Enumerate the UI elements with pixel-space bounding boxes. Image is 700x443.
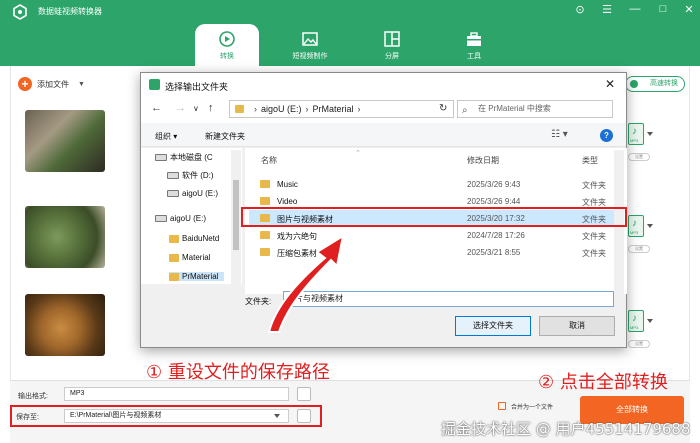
tree-item[interactable]: aigoU (E:) (155, 214, 206, 223)
help-icon[interactable]: ? (600, 129, 613, 142)
folder-icon (235, 105, 244, 113)
tree-item[interactable]: aigoU (E:) (167, 189, 218, 198)
merge-label: 合并为一个文件 (511, 405, 554, 411)
save-to-label: 保存至: (16, 414, 39, 421)
up-arrow-icon[interactable]: ↑ (208, 102, 214, 114)
plus-icon: + (18, 77, 32, 91)
add-file-label: 添加文件 (37, 79, 69, 89)
chevron-down-icon[interactable] (647, 319, 653, 323)
tab-tools[interactable]: 工具 (442, 24, 506, 66)
maximize-icon[interactable]: □ (655, 3, 671, 15)
tab-split-screen[interactable]: 分屏 (360, 24, 424, 66)
tab-convert[interactable]: 转换 (195, 24, 259, 66)
cancel-button[interactable]: 取消 (539, 316, 615, 336)
file-row[interactable]: Music 2025/3/26 9:43 文件夹 (249, 176, 623, 192)
folder-icon (260, 180, 270, 188)
settings-chip[interactable]: 设置 (628, 340, 650, 348)
search-placeholder: 在 PrMaterial 中搜索 (478, 104, 551, 113)
column-name[interactable]: 名称 (261, 155, 277, 166)
red-arrow-icon (267, 233, 345, 333)
app-logo-icon (13, 4, 27, 20)
folder-icon (260, 197, 270, 205)
close-icon[interactable]: ✕ (681, 3, 697, 16)
navigation-tree: 本地磁盘 (C 软件 (D:) aigoU (E:) aigoU (E:) Ba… (141, 148, 242, 284)
chevron-down-icon[interactable] (647, 132, 653, 136)
forward-arrow-icon[interactable]: → (175, 102, 186, 114)
search-input[interactable]: ⌕ 在 PrMaterial 中搜索 (457, 100, 613, 118)
dialog-title: 选择输出文件夹 (165, 82, 229, 92)
tree-item[interactable]: Material (169, 253, 210, 262)
video-thumbnail[interactable] (25, 206, 105, 268)
menu-icon[interactable]: ☰ (599, 3, 615, 16)
chevron-down-icon[interactable]: ∨ (193, 104, 199, 113)
chevron-down-icon (274, 414, 280, 418)
folder-icon (169, 272, 179, 281)
folder-icon (169, 234, 179, 243)
app-header (0, 0, 700, 66)
breadcrumb-drive[interactable]: aigoU (E:) (261, 104, 302, 114)
output-format-label: 输出格式: (18, 393, 48, 400)
column-type[interactable]: 类型 (582, 155, 598, 166)
hw-convert-label: 高速转换 (650, 80, 678, 87)
merge-checkbox[interactable] (498, 402, 506, 410)
chevron-down-icon[interactable] (647, 224, 653, 228)
tab-label: 短视频制作 (292, 53, 328, 60)
mp3-format-icon[interactable]: ♪ MP3 (628, 123, 644, 145)
folder-icon (169, 253, 179, 262)
dialog-close-icon[interactable]: ✕ (605, 77, 615, 91)
app-icon (149, 79, 160, 90)
toolbox-icon (467, 32, 481, 46)
watermark: 掘金技术社区 @ 用户45514179688 (441, 420, 691, 438)
drive-icon (155, 215, 167, 222)
image-icon (302, 32, 318, 46)
open-folder-icon[interactable] (297, 409, 311, 423)
refresh-icon[interactable]: ↻ (439, 103, 447, 114)
video-thumbnail[interactable] (25, 294, 105, 356)
annotation-step1: ① 重设文件的保存路径 (146, 362, 330, 383)
tree-horizontal-scrollbar[interactable] (141, 284, 242, 294)
drive-icon (167, 190, 179, 197)
save-path-value: E:\PrMaterial\图片与视频素材 (70, 412, 162, 419)
save-path-select[interactable]: E:\PrMaterial\图片与视频素材 (64, 409, 289, 423)
convert-icon (219, 31, 235, 47)
view-options-icon[interactable]: ☷ ▾ (551, 129, 568, 140)
address-bar[interactable]: › aigoU (E:) › PrMaterial › (229, 100, 454, 118)
settings-chip[interactable]: 设置 (628, 153, 650, 161)
column-date[interactable]: 修改日期 (467, 155, 499, 166)
add-file-button[interactable]: + 添加文件 ▼ (18, 77, 85, 91)
toggle-dot (630, 80, 638, 88)
drive-icon (155, 154, 167, 161)
chevron-down-icon: ▼ (78, 80, 85, 88)
tab-label: 转换 (220, 53, 234, 60)
hw-convert-toggle[interactable]: 高速转换 (625, 76, 685, 92)
drive-icon (167, 172, 179, 179)
settings-chip[interactable]: 设置 (628, 245, 650, 253)
organize-button[interactable]: 组织 ▾ (155, 131, 177, 142)
split-screen-icon (384, 31, 400, 47)
tab-label: 工具 (467, 53, 481, 60)
tab-short-video[interactable]: 短视频制作 (278, 24, 342, 66)
mp3-format-icon[interactable]: ♪ MP3 (628, 310, 644, 332)
format-settings-icon[interactable] (297, 387, 311, 401)
minimize-icon[interactable]: — (627, 3, 643, 15)
tree-scrollbar[interactable] (231, 150, 241, 284)
app-title: 数据蛙视频转换器 (38, 7, 102, 16)
annotation-step2: ② 点击全部转换 (538, 372, 668, 393)
breadcrumb-folder[interactable]: PrMaterial (313, 104, 354, 114)
selected-row-highlight (241, 207, 627, 227)
new-folder-button[interactable]: 新建文件夹 (205, 131, 245, 142)
video-thumbnail[interactable] (25, 110, 105, 172)
search-icon: ⌕ (462, 105, 468, 116)
tree-item[interactable]: 本地磁盘 (C (155, 152, 213, 163)
select-folder-button[interactable]: 选择文件夹 (455, 316, 531, 336)
back-arrow-icon[interactable]: ← (151, 102, 162, 114)
output-format-select[interactable]: MP3 (64, 387, 289, 401)
skin-icon[interactable]: ⊙ (572, 3, 588, 16)
tree-item-selected[interactable]: PrMaterial (169, 272, 225, 281)
sort-indicator-icon: ⌃ (355, 150, 361, 157)
tree-item[interactable]: 软件 (D:) (167, 170, 214, 181)
mp3-format-icon[interactable]: ♪ MP3 (628, 215, 644, 237)
tree-item[interactable]: BaiduNetd (169, 234, 219, 243)
tab-label: 分屏 (385, 53, 399, 60)
